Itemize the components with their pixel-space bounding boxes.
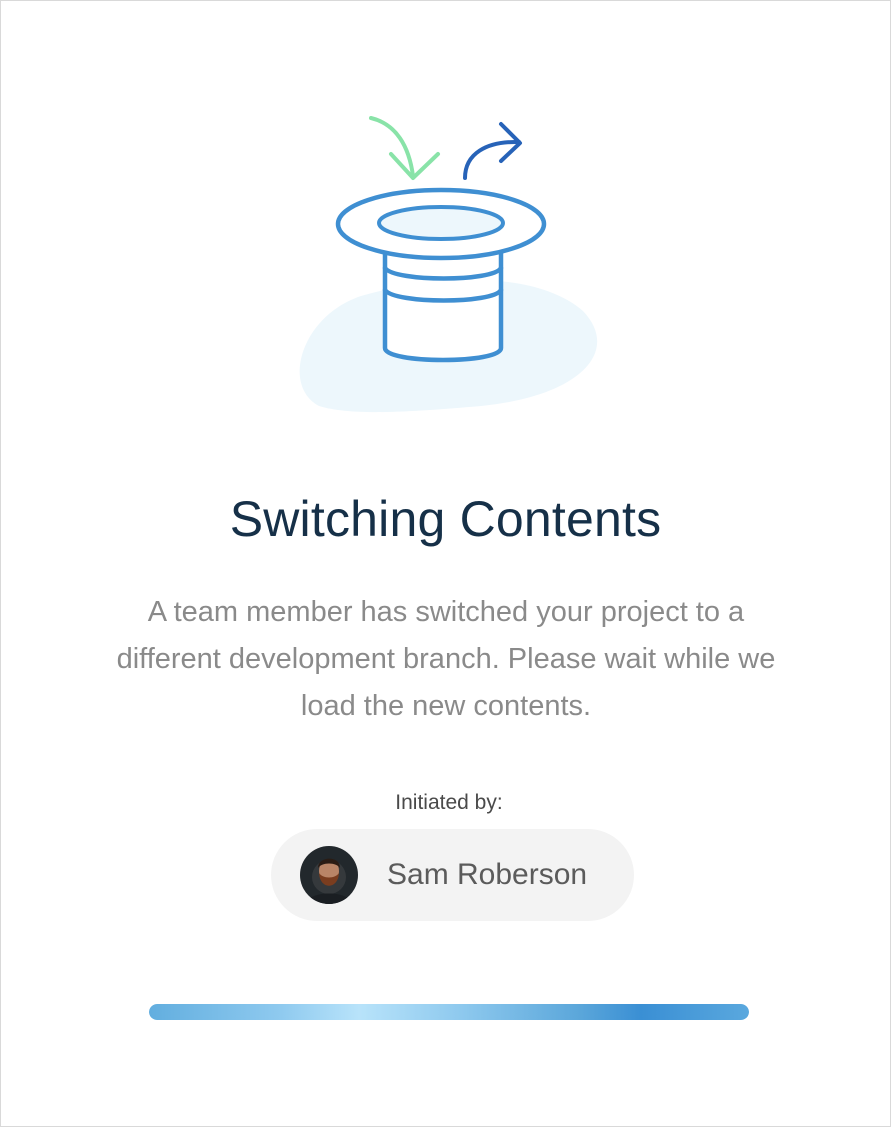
dialog-description: A team member has switched your project … [116, 596, 776, 722]
user-name: Sam Roberson [387, 858, 588, 891]
user-avatar-photo-icon [300, 846, 358, 904]
initiator-user-chip: Sam Roberson [271, 829, 634, 921]
switching-contents-dialog: Switching Contents A team member has swi… [0, 0, 891, 1127]
magic-hat-switch-icon [291, 106, 611, 426]
dialog-title: Switching Contents [229, 491, 662, 547]
initiated-by-label: Initiated by: [395, 791, 503, 814]
user-avatar [300, 846, 358, 904]
loading-progress-fill [149, 1004, 749, 1020]
loading-progress-bar [149, 1004, 749, 1020]
